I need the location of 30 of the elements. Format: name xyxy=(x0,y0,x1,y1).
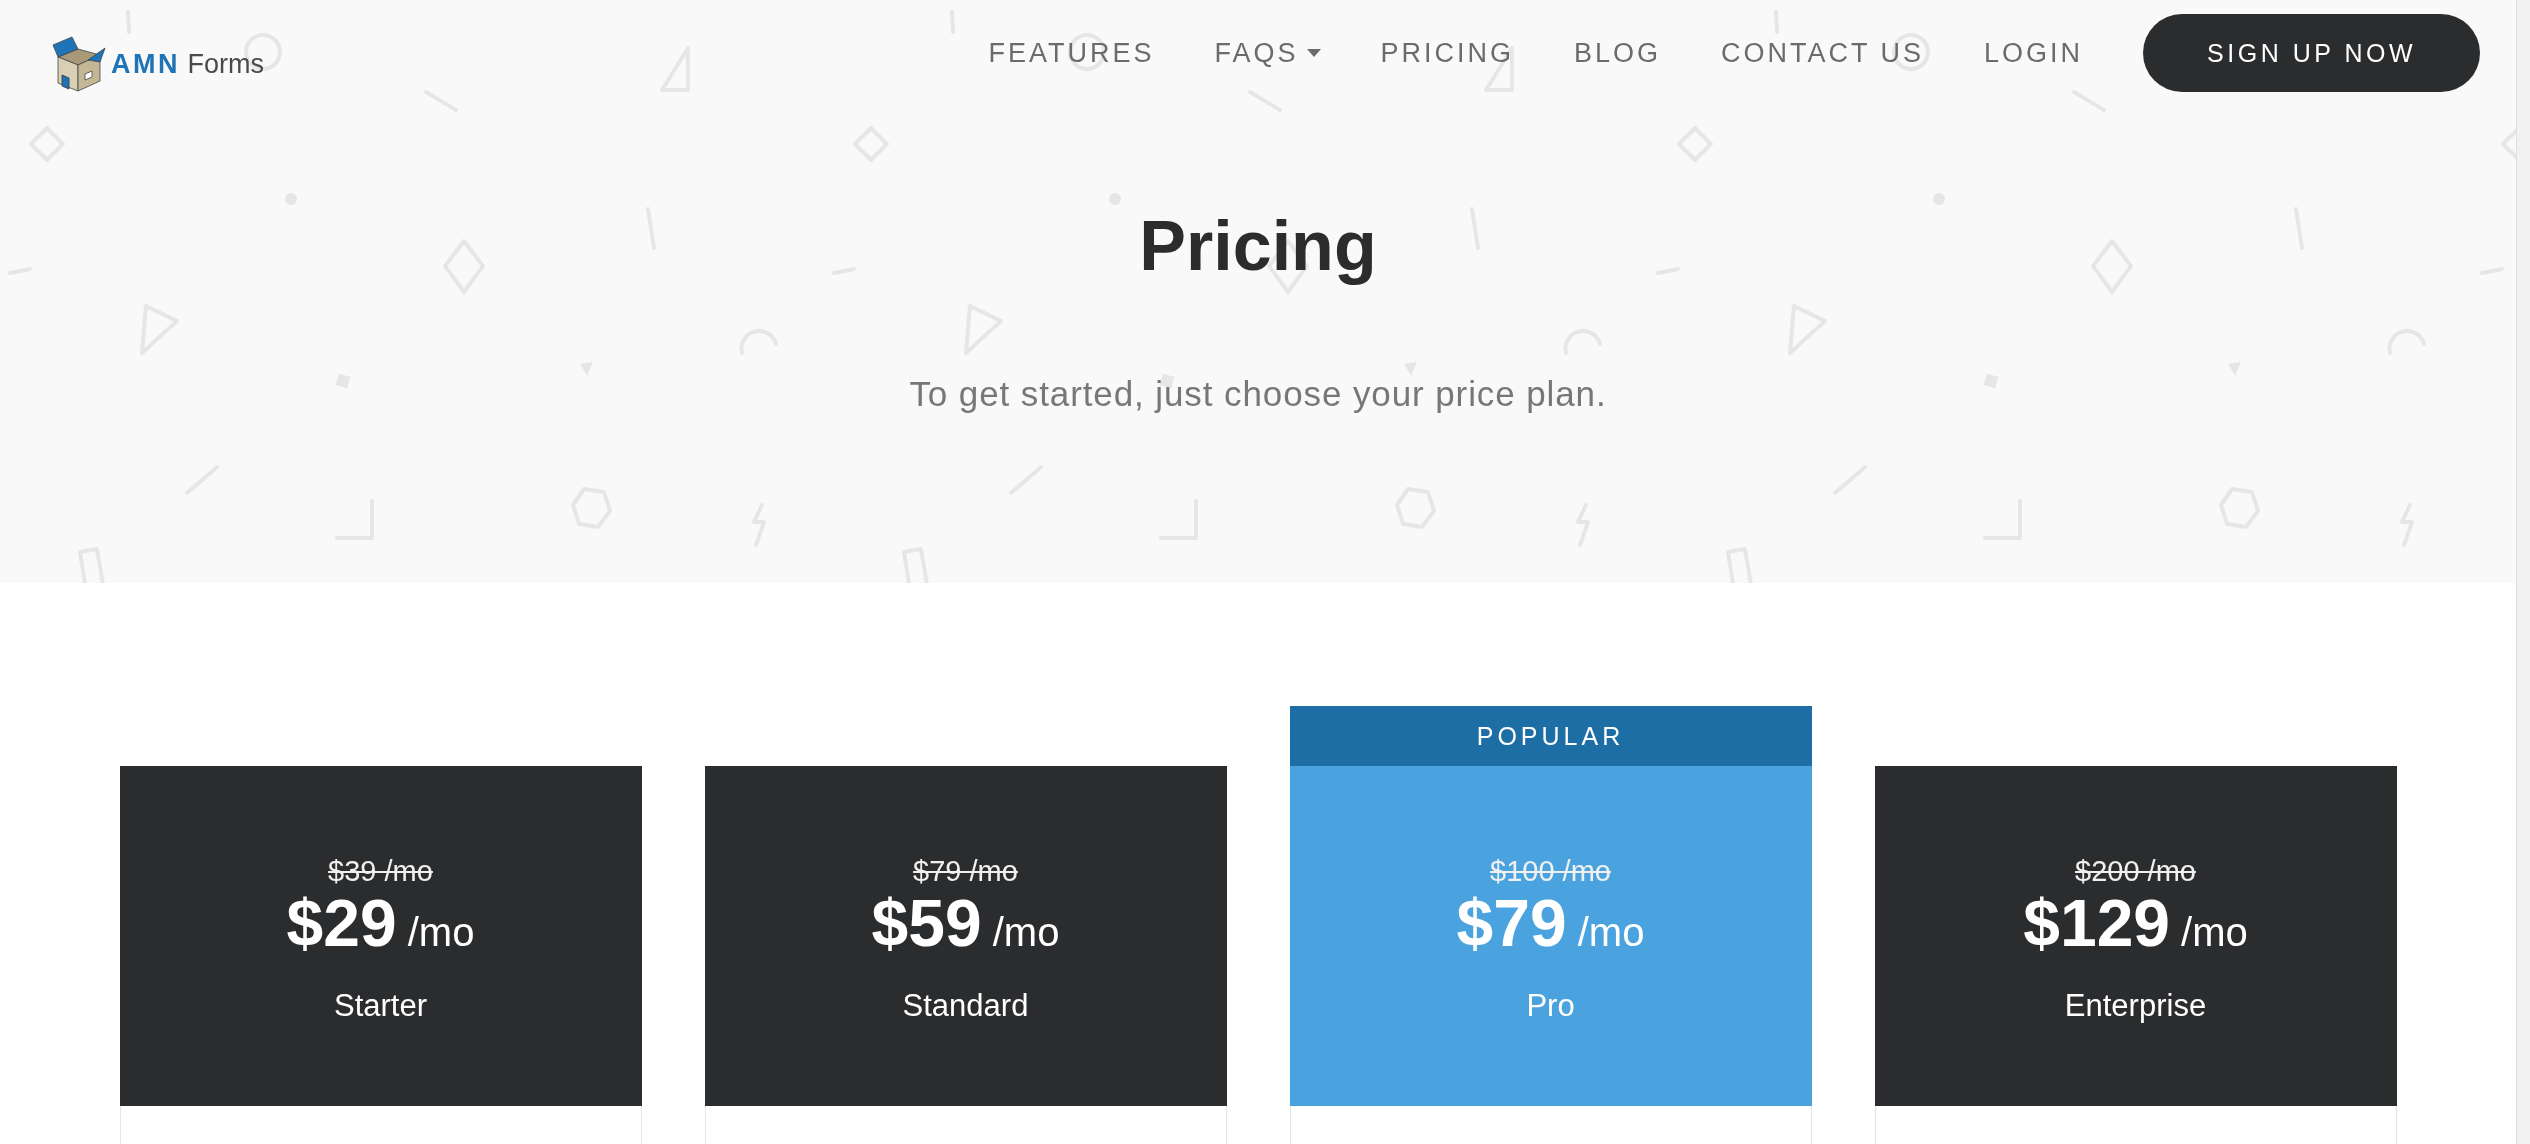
scrollbar-track[interactable] xyxy=(2516,0,2530,1144)
page-subtitle: To get started, just choose your price plan. xyxy=(909,373,1607,415)
plan-name: Enterprise xyxy=(2064,987,2207,1025)
nav-link[interactable]: PRICING xyxy=(1380,37,1515,69)
price-amount: $129 xyxy=(2023,888,2171,958)
price-amount: $29 xyxy=(286,888,397,958)
caret-icon xyxy=(1306,49,1321,57)
nav-link[interactable]: FEATURES xyxy=(988,37,1155,69)
price-period: /mo xyxy=(1577,909,1645,956)
logo-link[interactable]: AMN Forms xyxy=(52,35,264,93)
nav-link[interactable]: CONTACT US xyxy=(1721,37,1925,69)
nav-link[interactable]: FAQS xyxy=(1214,37,1321,69)
price-period: /mo xyxy=(992,909,1060,956)
plan-name: Pro xyxy=(1526,987,1575,1025)
original-price: $39 /mo xyxy=(328,854,433,888)
nav-link[interactable]: BLOG xyxy=(1574,37,1662,69)
price-amount: $79 xyxy=(1456,888,1567,958)
price-period: /mo xyxy=(407,909,475,956)
original-price: $200 /mo xyxy=(2075,854,2196,888)
sign-up-button[interactable]: SIGN UP NOW xyxy=(2143,14,2480,92)
popular-badge: POPULAR xyxy=(1289,706,1812,766)
original-price: $100 /mo xyxy=(1490,854,1611,888)
plan-name: Standard xyxy=(902,987,1029,1025)
original-price: $79 /mo xyxy=(913,854,1018,888)
page-title: Pricing xyxy=(1139,206,1377,286)
nav-link[interactable]: LOGIN xyxy=(1984,37,2084,69)
price-period: /mo xyxy=(2181,909,2248,956)
plan-name: Starter xyxy=(334,987,427,1025)
open-box-icon xyxy=(52,35,106,93)
price-amount: $59 xyxy=(871,888,982,958)
